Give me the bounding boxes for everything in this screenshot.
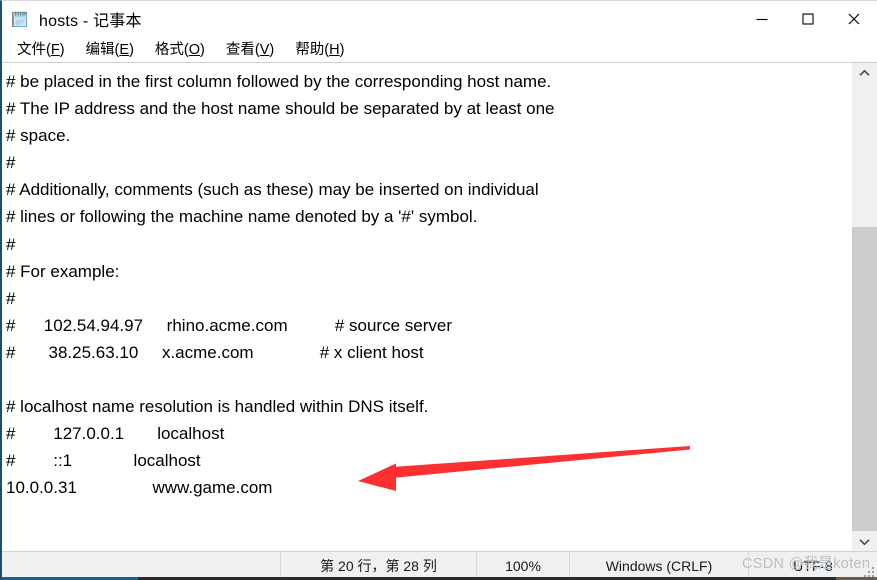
editor-line: # ::1 localhost bbox=[6, 451, 201, 471]
editor-line: # localhost name resolution is handled w… bbox=[6, 397, 429, 417]
menu-accel-help: H bbox=[329, 41, 340, 58]
editor-line: # bbox=[6, 288, 16, 308]
vertical-scrollbar[interactable] bbox=[851, 63, 877, 551]
menu-label-edit: 编辑 bbox=[85, 41, 115, 58]
status-spacer bbox=[2, 552, 280, 580]
resize-grip[interactable] bbox=[862, 565, 874, 577]
editor-line: # bbox=[6, 153, 16, 173]
editor-line: # 102.54.94.97 rhino.acme.com # source s… bbox=[6, 315, 452, 335]
text-editor[interactable]: # be placed in the first column followed… bbox=[2, 63, 851, 551]
scroll-up-icon[interactable] bbox=[852, 63, 877, 83]
menu-accel-view: V bbox=[259, 41, 270, 58]
editor-line: # be placed in the first column followed… bbox=[6, 72, 552, 91]
status-bar: 第 20 行，第 28 列 100% Windows (CRLF) UTF-8 bbox=[2, 551, 877, 580]
scroll-down-icon[interactable] bbox=[852, 531, 877, 551]
editor-line: # lines or following the machine name de… bbox=[6, 207, 478, 227]
status-encoding[interactable]: UTF-8 bbox=[748, 552, 877, 580]
menu-accel-file: F bbox=[50, 41, 60, 58]
menu-item-edit[interactable]: 编辑(E) bbox=[79, 39, 141, 61]
status-line-ending[interactable]: Windows (CRLF) bbox=[569, 552, 748, 580]
minimize-button[interactable] bbox=[739, 1, 785, 37]
editor-line: # space. bbox=[6, 126, 71, 146]
window-controls bbox=[739, 1, 877, 37]
editor-line: 10.0.0.31 www.game.com bbox=[6, 478, 273, 498]
editor-line: # 38.25.63.10 x.acme.com # x client host bbox=[6, 342, 424, 362]
menu-label-view: 查看 bbox=[225, 41, 255, 58]
status-zoom-level[interactable]: 100% bbox=[476, 552, 569, 580]
menu-label-help: 帮助 bbox=[295, 41, 325, 58]
scrollbar-track[interactable] bbox=[852, 83, 877, 531]
close-button[interactable] bbox=[831, 1, 877, 37]
notepad-icon bbox=[10, 9, 30, 29]
menu-label-format: 格式 bbox=[154, 41, 184, 58]
status-cursor-position: 第 20 行，第 28 列 bbox=[280, 552, 476, 580]
editor-line: # Additionally, comments (such as these)… bbox=[6, 180, 539, 200]
menu-item-file[interactable]: 文件(F) bbox=[10, 39, 72, 61]
menu-bar: 文件(F) 编辑(E) 格式(O) 查看(V) 帮助(H) bbox=[2, 37, 877, 62]
editor-line: # The IP address and the host name shoul… bbox=[6, 99, 555, 119]
editor-line: # bbox=[6, 234, 16, 254]
menu-accel-edit: E bbox=[119, 41, 130, 58]
menu-label-file: 文件 bbox=[17, 41, 46, 58]
notepad-window: hosts - 记事本 文件(F) 编辑(E) 格式(O) 查看(V) 帮助(H… bbox=[0, 0, 877, 580]
editor-line: # 127.0.0.1 localhost bbox=[6, 424, 225, 444]
editor-area: # be placed in the first column followed… bbox=[2, 62, 877, 551]
window-title: hosts - 记事本 bbox=[39, 13, 142, 30]
menu-item-view[interactable]: 查看(V) bbox=[219, 39, 281, 61]
title-bar: hosts - 记事本 bbox=[2, 1, 877, 37]
menu-accel-format: O bbox=[188, 41, 201, 58]
scrollbar-thumb[interactable] bbox=[852, 227, 877, 531]
menu-item-format[interactable]: 格式(O) bbox=[148, 39, 212, 61]
menu-item-help[interactable]: 帮助(H) bbox=[288, 39, 351, 61]
editor-line: # For example: bbox=[6, 261, 120, 281]
maximize-button[interactable] bbox=[785, 1, 831, 37]
